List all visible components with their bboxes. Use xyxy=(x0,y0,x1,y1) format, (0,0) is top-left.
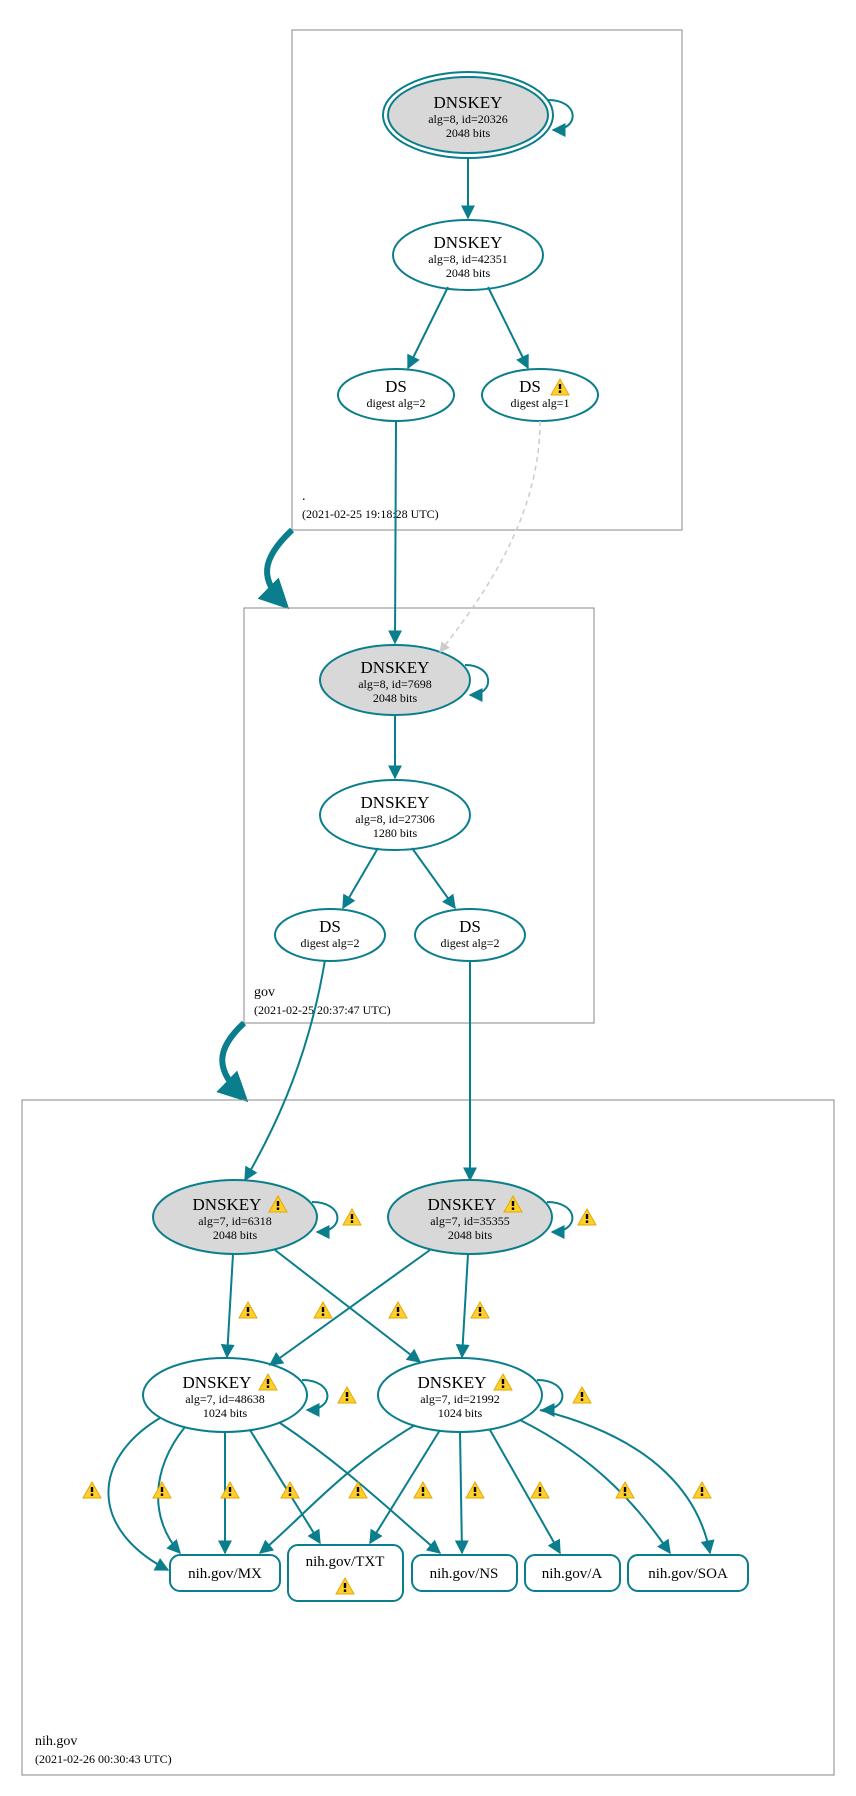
svg-text:(2021-02-25 20:37:47 UTC): (2021-02-25 20:37:47 UTC) xyxy=(254,1003,391,1017)
warning-icon xyxy=(83,1482,101,1498)
svg-text:DNSKEY: DNSKEY xyxy=(361,658,430,677)
warning-icon xyxy=(343,1209,361,1225)
svg-text:2048 bits: 2048 bits xyxy=(448,1228,493,1242)
node-nih-zsk1: DNSKEY alg=7, id=48638 1024 bits xyxy=(143,1358,307,1432)
dnssec-chain-diagram: . (2021-02-25 19:18:28 UTC) DNSKEY alg=8… xyxy=(0,0,856,1796)
warning-icon xyxy=(471,1302,489,1318)
svg-text:2048 bits: 2048 bits xyxy=(213,1228,258,1242)
warning-icon xyxy=(153,1482,171,1498)
zone-root-name: . xyxy=(302,489,306,504)
svg-text:alg=7, id=21992: alg=7, id=21992 xyxy=(420,1392,500,1406)
warning-icon xyxy=(389,1302,407,1318)
edge-root-zsk-ds2 xyxy=(488,287,528,368)
node-gov-ds1: DS digest alg=2 xyxy=(275,909,385,961)
zone-root: . (2021-02-25 19:18:28 UTC) DNSKEY alg=8… xyxy=(292,30,682,530)
svg-text:alg=8, id=42351: alg=8, id=42351 xyxy=(428,252,508,266)
svg-text:nih.gov/SOA: nih.gov/SOA xyxy=(648,1566,728,1582)
node-gov-zsk: DNSKEY alg=8, id=27306 1280 bits xyxy=(320,780,470,850)
node-root-zsk: DNSKEY alg=8, id=42351 2048 bits xyxy=(393,220,543,290)
svg-text:DS: DS xyxy=(519,377,541,396)
svg-text:2048 bits: 2048 bits xyxy=(446,266,491,280)
node-nih-zsk2: DNSKEY alg=7, id=21992 1024 bits xyxy=(378,1358,542,1432)
svg-text:digest alg=2: digest alg=2 xyxy=(440,936,499,950)
edge-zsk2-mx xyxy=(260,1425,415,1553)
svg-text:digest alg=2: digest alg=2 xyxy=(300,936,359,950)
zone-gov-name: gov xyxy=(254,985,275,1000)
edge-govzsk-ds1 xyxy=(343,848,378,908)
warning-icon xyxy=(414,1482,432,1498)
warning-icon xyxy=(578,1209,596,1225)
svg-text:alg=7, id=35355: alg=7, id=35355 xyxy=(430,1214,510,1228)
warning-icon xyxy=(221,1482,239,1498)
edge-zsk2-ns xyxy=(460,1432,462,1553)
svg-text:nih.gov/NS: nih.gov/NS xyxy=(430,1566,499,1582)
node-root-ds1: DS digest alg=2 xyxy=(338,369,454,421)
edge-zsk1-txt xyxy=(250,1430,320,1543)
svg-text:2048 bits: 2048 bits xyxy=(373,691,418,705)
svg-text:digest alg=1: digest alg=1 xyxy=(510,396,569,410)
svg-text:2048 bits: 2048 bits xyxy=(446,126,491,140)
svg-text:nih.gov/TXT: nih.gov/TXT xyxy=(306,1554,385,1570)
svg-text:DNSKEY: DNSKEY xyxy=(183,1373,252,1392)
warning-icon xyxy=(531,1482,549,1498)
svg-text:digest alg=2: digest alg=2 xyxy=(366,396,425,410)
zone-root-timestamp: (2021-02-25 19:18:28 UTC) xyxy=(302,507,439,521)
rrset-soa: nih.gov/SOA xyxy=(628,1555,748,1591)
warning-icon xyxy=(349,1482,367,1498)
edge-nihksk1-zsk1 xyxy=(227,1254,233,1357)
warning-icon xyxy=(239,1302,257,1318)
svg-text:alg=7, id=48638: alg=7, id=48638 xyxy=(185,1392,265,1406)
svg-text:alg=8, id=20326: alg=8, id=20326 xyxy=(428,112,508,126)
zone-arrow-root-gov xyxy=(267,530,292,605)
svg-text:DS: DS xyxy=(319,917,341,936)
svg-text:nih.gov: nih.gov xyxy=(35,1734,77,1749)
warning-icon xyxy=(693,1482,711,1498)
svg-text:1024 bits: 1024 bits xyxy=(203,1406,248,1420)
warning-icon xyxy=(338,1387,356,1403)
edge-ds1-govksk xyxy=(395,421,396,643)
rrset-a: nih.gov/A xyxy=(525,1555,620,1591)
edge-nihksk2-zsk2 xyxy=(462,1254,468,1357)
svg-text:alg=8, id=27306: alg=8, id=27306 xyxy=(355,812,435,826)
warning-icon xyxy=(466,1482,484,1498)
rrset-ns: nih.gov/NS xyxy=(412,1555,517,1591)
svg-text:DNSKEY: DNSKEY xyxy=(434,233,503,252)
node-gov-ksk: DNSKEY alg=8, id=7698 2048 bits xyxy=(320,645,470,715)
svg-text:DS: DS xyxy=(459,917,481,936)
edge-ds2-govksk xyxy=(440,421,540,652)
svg-text:alg=7, id=6318: alg=7, id=6318 xyxy=(198,1214,272,1228)
node-root-ksk: DNSKEY alg=8, id=20326 2048 bits xyxy=(383,72,553,158)
zone-nih: nih.gov (2021-02-26 00:30:43 UTC) DNSKEY… xyxy=(22,960,834,1775)
svg-text:DNSKEY: DNSKEY xyxy=(418,1373,487,1392)
zone-arrow-gov-nih xyxy=(222,1023,244,1098)
svg-text:DNSKEY: DNSKEY xyxy=(434,93,503,112)
svg-text:alg=8, id=7698: alg=8, id=7698 xyxy=(358,677,432,691)
node-nih-ksk1: DNSKEY alg=7, id=6318 2048 bits xyxy=(153,1180,317,1254)
svg-text:DNSKEY: DNSKEY xyxy=(361,793,430,812)
svg-text:(2021-02-26 00:30:43 UTC): (2021-02-26 00:30:43 UTC) xyxy=(35,1752,172,1766)
node-nih-ksk2: DNSKEY alg=7, id=35355 2048 bits xyxy=(388,1180,552,1254)
svg-text:DS: DS xyxy=(385,377,407,396)
rrset-txt: nih.gov/TXT xyxy=(288,1545,403,1601)
warning-icon xyxy=(573,1387,591,1403)
svg-text:1280 bits: 1280 bits xyxy=(373,826,418,840)
edge-root-zsk-ds1 xyxy=(408,287,448,368)
node-gov-ds2: DS digest alg=2 xyxy=(415,909,525,961)
svg-text:nih.gov/A: nih.gov/A xyxy=(542,1566,603,1582)
edge-zsk2-a xyxy=(490,1430,560,1553)
warning-icon xyxy=(314,1302,332,1318)
node-root-ds2: DS digest alg=1 xyxy=(482,369,598,421)
svg-text:DNSKEY: DNSKEY xyxy=(193,1195,262,1214)
svg-text:DNSKEY: DNSKEY xyxy=(428,1195,497,1214)
edge-govzsk-ds2 xyxy=(412,848,455,908)
svg-text:1024 bits: 1024 bits xyxy=(438,1406,483,1420)
svg-text:nih.gov/MX: nih.gov/MX xyxy=(188,1566,262,1582)
rrset-mx: nih.gov/MX xyxy=(170,1555,280,1591)
edge-nihksk2-zsk1 xyxy=(270,1250,430,1365)
